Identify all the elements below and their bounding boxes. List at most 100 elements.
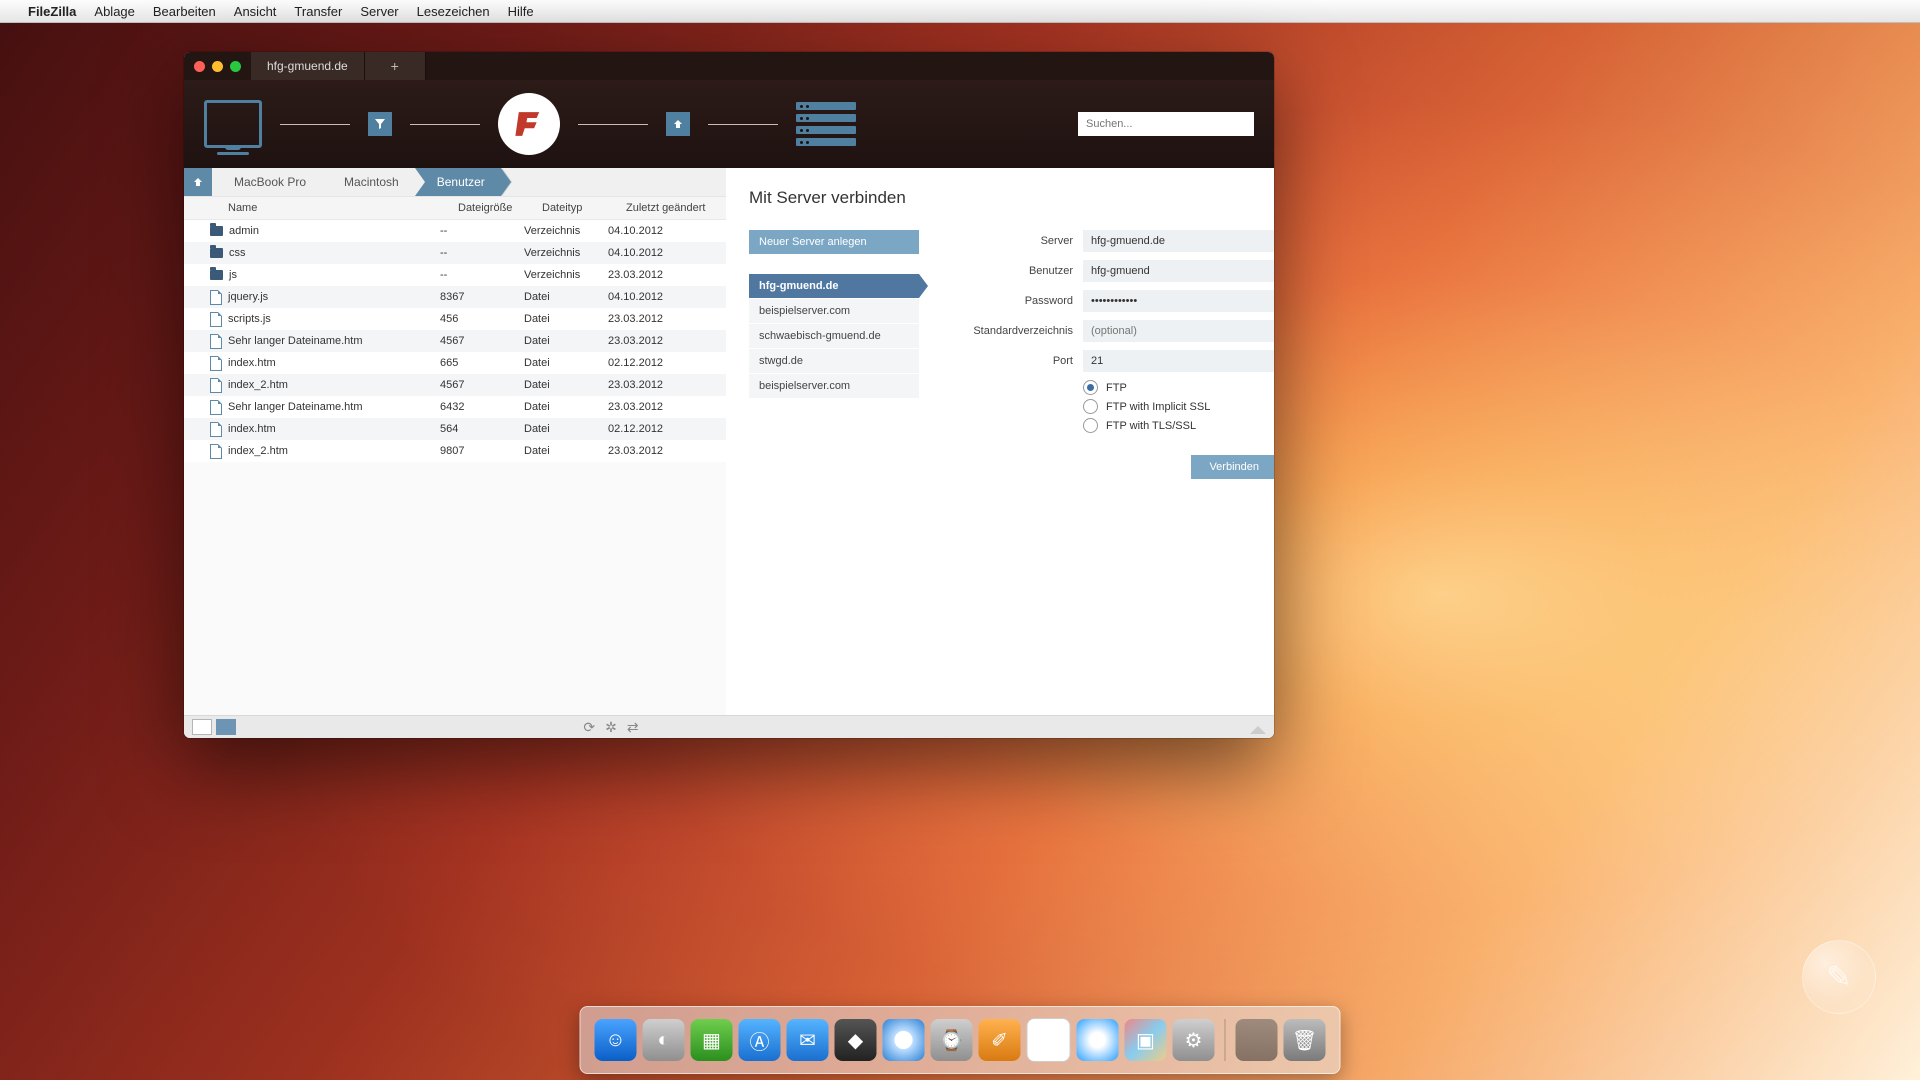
menu-transfer[interactable]: Transfer xyxy=(294,4,342,19)
close-icon[interactable] xyxy=(194,61,205,72)
connection-diagram xyxy=(204,93,856,155)
view-single-icon[interactable] xyxy=(192,719,212,735)
app-window: hfg-gmuend.de + xyxy=(184,52,1274,738)
file-name: scripts.js xyxy=(228,313,271,325)
server-list: Neuer Server anlegen hfg-gmuend.debeispi… xyxy=(749,230,919,479)
table-row[interactable]: Sehr langer Dateiname.htm4567Datei23.03.… xyxy=(184,330,726,352)
sync-icon[interactable]: ✲ xyxy=(605,719,617,736)
breadcrumb-item[interactable]: Macintosh xyxy=(322,168,415,196)
file-name: jquery.js xyxy=(228,291,268,303)
col-name[interactable]: Name xyxy=(184,202,458,214)
tab-add[interactable]: + xyxy=(365,52,426,80)
port-field[interactable] xyxy=(1083,350,1274,372)
file-type: Datei xyxy=(524,379,608,391)
dock-stack-icon[interactable] xyxy=(1236,1019,1278,1061)
file-type: Datei xyxy=(524,423,608,435)
table-row[interactable]: index.htm564Datei02.12.2012 xyxy=(184,418,726,440)
password-field[interactable] xyxy=(1083,290,1274,312)
menu-server[interactable]: Server xyxy=(360,4,398,19)
file-date: 23.03.2012 xyxy=(608,313,726,325)
server-field[interactable] xyxy=(1083,230,1274,252)
floating-action-icon[interactable]: ✎ xyxy=(1802,940,1876,1014)
table-row[interactable]: jquery.js8367Datei04.10.2012 xyxy=(184,286,726,308)
new-server-button[interactable]: Neuer Server anlegen xyxy=(749,230,919,254)
file-name: index.htm xyxy=(228,423,276,435)
dock-app-icon[interactable]: ✉ xyxy=(787,1019,829,1061)
server-list-item[interactable]: hfg-gmuend.de xyxy=(749,274,919,299)
menu-ablage[interactable]: Ablage xyxy=(94,4,134,19)
table-row[interactable]: scripts.js456Datei23.03.2012 xyxy=(184,308,726,330)
connect-button[interactable]: Verbinden xyxy=(1191,455,1274,479)
server-list-item[interactable]: schwaebisch-gmuend.de xyxy=(749,324,919,349)
zoom-icon[interactable] xyxy=(230,61,241,72)
filter-icon[interactable] xyxy=(368,112,392,136)
server-list-item[interactable]: stwgd.de xyxy=(749,349,919,374)
file-type: Datei xyxy=(524,291,608,303)
dock-finder-icon[interactable]: ☺ xyxy=(595,1019,637,1061)
table-row[interactable]: Sehr langer Dateiname.htm6432Datei23.03.… xyxy=(184,396,726,418)
breadcrumb-label: Macintosh xyxy=(344,175,399,189)
protocol-label: FTP with Implicit SSL xyxy=(1106,401,1210,413)
protocol-option[interactable]: FTP with Implicit SSL xyxy=(1083,399,1274,414)
server-icon xyxy=(796,102,856,146)
dock-app-icon[interactable]: ⌚ xyxy=(931,1019,973,1061)
file-name: css xyxy=(229,247,246,259)
dock-dashboard-icon[interactable]: ◐ xyxy=(643,1019,685,1061)
traffic-lights xyxy=(184,52,251,80)
table-row[interactable]: admin--Verzeichnis04.10.2012 xyxy=(184,220,726,242)
dock-trash-icon[interactable]: 🗑 xyxy=(1284,1019,1326,1061)
table-row[interactable]: index.htm665Datei02.12.2012 xyxy=(184,352,726,374)
table-row[interactable]: js--Verzeichnis23.03.2012 xyxy=(184,264,726,286)
col-type[interactable]: Dateityp xyxy=(542,202,626,214)
table-row[interactable]: index_2.htm4567Datei23.03.2012 xyxy=(184,374,726,396)
table-row[interactable]: css--Verzeichnis04.10.2012 xyxy=(184,242,726,264)
dock-calendar-icon[interactable]: 17 xyxy=(1027,1018,1071,1062)
menu-ansicht[interactable]: Ansicht xyxy=(234,4,277,19)
filezilla-logo-icon xyxy=(498,93,560,155)
protocol-option[interactable]: FTP xyxy=(1083,380,1274,395)
col-size[interactable]: Dateigröße xyxy=(458,202,542,214)
dock-appstore-icon[interactable]: Ⓐ xyxy=(739,1019,781,1061)
minimize-icon[interactable] xyxy=(212,61,223,72)
radio-icon xyxy=(1083,380,1098,395)
expand-caret-icon[interactable] xyxy=(1250,726,1266,734)
tab-connection[interactable]: hfg-gmuend.de xyxy=(251,52,365,80)
file-icon xyxy=(210,290,222,305)
file-date: 23.03.2012 xyxy=(608,379,726,391)
transfer-icon[interactable]: ⇄ xyxy=(627,719,639,736)
breadcrumb-item[interactable]: MacBook Pro xyxy=(212,168,322,196)
server-list-item[interactable]: beispielserver.com xyxy=(749,374,919,399)
menu-lesezeichen[interactable]: Lesezeichen xyxy=(417,4,490,19)
file-name: Sehr langer Dateiname.htm xyxy=(228,401,363,413)
menu-hilfe[interactable]: Hilfe xyxy=(508,4,534,19)
dir-field[interactable] xyxy=(1083,320,1274,342)
protocol-option[interactable]: FTP with TLS/SSL xyxy=(1083,418,1274,433)
menu-bearbeiten[interactable]: Bearbeiten xyxy=(153,4,216,19)
connection-diagram-header xyxy=(184,80,1274,168)
file-size: 9807 xyxy=(440,445,524,457)
search-input[interactable] xyxy=(1078,112,1254,136)
breadcrumb-item-active[interactable]: Benutzer xyxy=(415,168,501,196)
breadcrumb-up-icon[interactable] xyxy=(184,168,212,196)
file-name: admin xyxy=(229,225,259,237)
col-date[interactable]: Zuletzt geändert xyxy=(626,202,726,214)
monitor-icon xyxy=(204,100,262,148)
file-size: -- xyxy=(440,269,524,281)
dock-app-icon[interactable]: ✐ xyxy=(979,1019,1021,1061)
dock-app-icon[interactable]: ▣ xyxy=(1125,1019,1167,1061)
file-size: 564 xyxy=(440,423,524,435)
radio-icon xyxy=(1083,418,1098,433)
menubar-app-name[interactable]: FileZilla xyxy=(28,4,76,19)
table-row[interactable]: index_2.htm9807Datei23.03.2012 xyxy=(184,440,726,462)
dock-itunes-icon[interactable]: ♪ xyxy=(1077,1019,1119,1061)
dock-app-icon[interactable]: ◆ xyxy=(835,1019,877,1061)
server-list-item[interactable]: beispielserver.com xyxy=(749,299,919,324)
refresh-icon[interactable]: ⟳ xyxy=(583,719,595,736)
view-split-icon[interactable] xyxy=(216,719,236,735)
dock-safari-icon[interactable]: ✦ xyxy=(883,1019,925,1061)
upload-icon[interactable] xyxy=(666,112,690,136)
user-field[interactable] xyxy=(1083,260,1274,282)
dock-app-icon[interactable]: ⚙ xyxy=(1173,1019,1215,1061)
file-icon xyxy=(210,422,222,437)
dock-app-icon[interactable]: ▦ xyxy=(691,1019,733,1061)
